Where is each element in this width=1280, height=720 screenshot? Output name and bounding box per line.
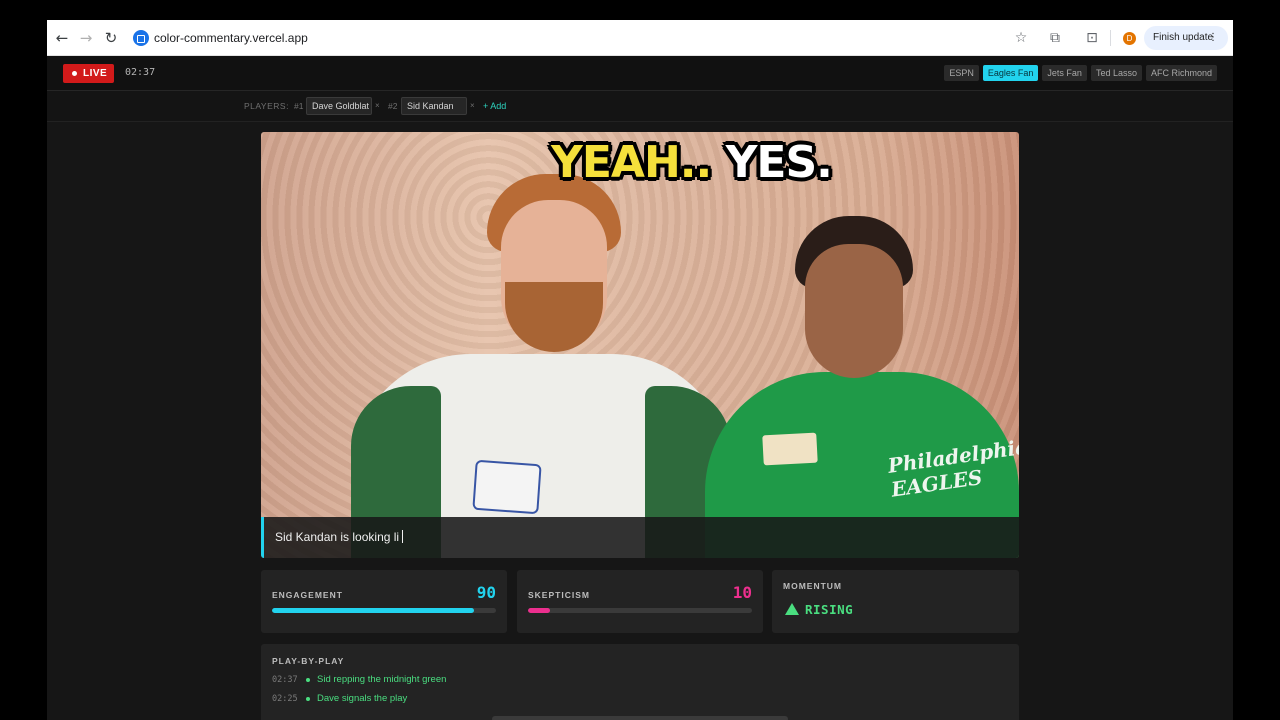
live-badge: LIVE [63, 64, 114, 83]
extensions-icon[interactable]: ⧉ [1047, 30, 1063, 46]
bullet-dot-icon [306, 697, 310, 701]
mode-tab-afc-richmond[interactable]: AFC Richmond [1145, 65, 1217, 81]
live-timer: 02:37 [125, 67, 156, 78]
site-favicon-icon [133, 30, 149, 46]
forward-icon[interactable]: → [77, 29, 95, 47]
commentary-text: Sid Kandan is looking li [275, 530, 404, 544]
engagement-bar [272, 608, 496, 613]
browser-toolbar: ← → ↻ color-commentary.vercel.app ☆ ⧉ ⊡ … [47, 20, 1233, 56]
caption-white: YES. [725, 137, 833, 188]
momentum-label: MOMENTUM [783, 581, 842, 591]
mode-tab-jets-fan[interactable]: Jets Fan [1042, 65, 1087, 81]
mode-tab-espn[interactable]: ESPN [944, 65, 979, 81]
reload-icon[interactable]: ↻ [102, 29, 120, 47]
remove-player-icon[interactable]: × [470, 101, 475, 110]
mode-tab-ted-lasso[interactable]: Ted Lasso [1090, 65, 1142, 81]
player-name-input[interactable]: Dave Goldblat [306, 97, 372, 115]
add-player-button[interactable]: + Add [483, 101, 506, 111]
video-caption: YEAH.. YES. [551, 132, 833, 194]
momentum-value: RISING [805, 602, 854, 617]
play-time: 02:37 [272, 675, 298, 685]
skepticism-card: SKEPTICISM 10 [517, 570, 763, 633]
players-label: PLAYERS: [244, 101, 289, 111]
toolbar-divider [1110, 30, 1111, 46]
bookmark-star-icon[interactable]: ☆ [1013, 30, 1029, 46]
live-dot-icon [72, 71, 77, 76]
play-time: 02:25 [272, 694, 298, 704]
webcam-video: Philadelphia EAGLES YEAH.. YES. Sid Kand… [261, 132, 1019, 558]
name-tag [762, 432, 818, 466]
play-by-play-title: PLAY-BY-PLAY [272, 656, 345, 666]
player-name-input[interactable]: Sid Kandan [401, 97, 467, 115]
engagement-card: ENGAGEMENT 90 [261, 570, 507, 633]
bullet-dot-icon [306, 678, 310, 682]
skepticism-bar [528, 608, 752, 613]
back-icon[interactable]: ← [53, 29, 71, 47]
player-number: #2 [388, 101, 398, 111]
skepticism-label: SKEPTICISM [528, 590, 590, 600]
address-bar[interactable]: color-commentary.vercel.app [154, 31, 308, 45]
player-number: #1 [294, 101, 304, 111]
mode-tab-eagles-fan[interactable]: Eagles Fan [982, 65, 1039, 81]
browser-window: ← → ↻ color-commentary.vercel.app ☆ ⧉ ⊡ … [47, 20, 1233, 720]
skepticism-value: 10 [732, 583, 752, 602]
profile-avatar[interactable]: D [1123, 32, 1136, 45]
commentator-mode-tabs: ESPN Eagles Fan Jets Fan Ted Lasso AFC Richm… [944, 65, 1217, 81]
engagement-bar-fill [272, 608, 474, 613]
skepticism-bar-fill [528, 608, 551, 613]
finish-update-button[interactable]: Finish update ⋮ [1144, 26, 1228, 50]
live-label: LIVE [83, 68, 108, 79]
engagement-label: ENGAGEMENT [272, 590, 343, 600]
momentum-card: MOMENTUM RISING [772, 570, 1019, 633]
name-tag [472, 459, 542, 515]
players-bar: PLAYERS: #1 Dave Goldblat × #2 Sid Kanda… [47, 91, 1233, 122]
play-text: Sid repping the midnight green [317, 674, 447, 685]
caption-yellow: YEAH.. [551, 137, 712, 188]
commentary-box: Sid Kandan is looking li [261, 517, 1019, 558]
text-cursor [402, 530, 404, 543]
app-header: LIVE 02:37 ESPN Eagles Fan Jets Fan Ted Las… [47, 56, 1233, 91]
person-face [805, 244, 903, 378]
remove-player-icon[interactable]: × [375, 101, 380, 110]
cast-icon[interactable]: ⊡ [1084, 30, 1100, 46]
triangle-up-icon [785, 603, 799, 615]
finish-update-label: Finish update [1153, 32, 1214, 43]
play-by-play-panel: PLAY-BY-PLAY 02:37 Sid repping the midni… [261, 644, 1019, 720]
more-vert-icon: ⋮ [1208, 32, 1218, 43]
scrollbar-handle[interactable] [492, 716, 788, 720]
play-text: Dave signals the play [317, 693, 408, 704]
engagement-value: 90 [476, 583, 496, 602]
